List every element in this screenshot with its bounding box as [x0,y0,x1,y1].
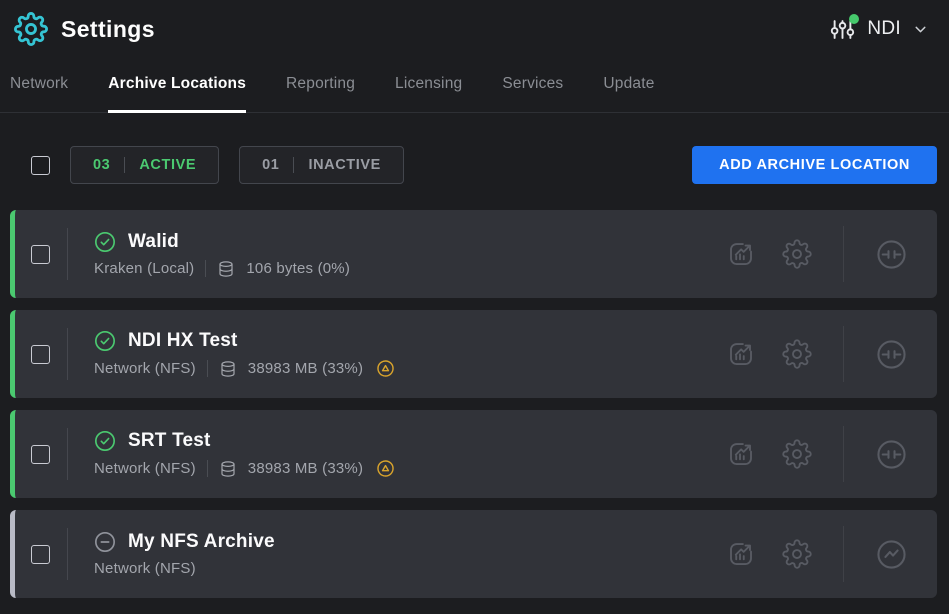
archive-toolbar: 03 ACTIVE 01 INACTIVE ADD ARCHIVE LOCATI… [10,146,937,184]
archive-info: SRT Test Network (NFS) 38983 MB (33%) [94,430,395,478]
divider [843,426,844,482]
archive-storage: 106 bytes (0%) [246,260,350,277]
active-filter-button[interactable]: 03 ACTIVE [70,146,219,184]
add-archive-location-button[interactable]: ADD ARCHIVE LOCATION [692,146,937,184]
active-status-icon [94,330,116,352]
divider [843,526,844,582]
settings-gear-icon[interactable] [782,239,812,269]
archive-info: Walid Kraken (Local) 106 bytes (0%) [94,231,350,278]
archive-name: SRT Test [128,430,211,452]
archive-location: Network (NFS) [94,360,196,377]
disconnect-icon[interactable] [875,438,908,471]
inactive-filter-label: INACTIVE [308,157,380,173]
archive-location: Network (NFS) [94,560,196,577]
inactive-filter-button[interactable]: 01 INACTIVE [239,146,404,184]
active-status-icon [94,430,116,452]
active-status-icon [94,231,116,253]
tab-reporting[interactable]: Reporting [286,58,355,112]
archive-row-walid: Walid Kraken (Local) 106 bytes (0%) [10,210,937,298]
workspace-label: NDI [867,18,901,40]
stats-chart-icon[interactable] [726,239,756,269]
divider [843,226,844,282]
stats-chart-icon[interactable] [726,339,756,369]
app-header: Settings NDI [0,0,949,58]
connect-icon[interactable] [875,538,908,571]
divider [843,326,844,382]
settings-tabbar: Network Archive Locations Reporting Lice… [0,58,949,113]
workspace-selector[interactable]: NDI [829,16,929,43]
archive-list: Walid Kraken (Local) 106 bytes (0%) [0,210,949,598]
divider [67,328,68,380]
disconnect-icon[interactable] [875,338,908,371]
divider [293,157,294,173]
database-icon [219,360,237,378]
inactive-count: 01 [262,157,279,173]
archive-location: Network (NFS) [94,460,196,477]
divider [67,428,68,480]
settings-gear-icon [14,12,48,46]
stats-chart-icon[interactable] [726,539,756,569]
select-all-checkbox[interactable] [31,156,50,175]
active-count: 03 [93,157,110,173]
brand: Settings [14,12,155,46]
inactive-status-icon [94,531,116,553]
tab-licensing[interactable]: Licensing [395,58,462,112]
settings-gear-icon[interactable] [782,339,812,369]
divider [124,157,125,173]
stats-chart-icon[interactable] [726,439,756,469]
divider [207,460,208,477]
warning-icon [376,359,395,378]
divider [205,260,206,277]
archive-row-srt-test: SRT Test Network (NFS) 38983 MB (33%) [10,410,937,498]
row-checkbox[interactable] [31,245,50,264]
archive-storage: 38983 MB (33%) [248,360,363,377]
row-actions [726,426,908,482]
row-checkbox[interactable] [31,445,50,464]
archive-location: Kraken (Local) [94,260,194,277]
status-dot [849,14,859,24]
database-icon [217,260,235,278]
warning-icon [376,459,395,478]
tab-network[interactable]: Network [10,58,68,112]
tab-archive-locations[interactable]: Archive Locations [108,58,246,112]
database-icon [219,460,237,478]
archive-row-my-nfs-archive: My NFS Archive Network (NFS) [10,510,937,598]
active-filter-label: ACTIVE [139,157,196,173]
page-title: Settings [61,16,155,43]
settings-gear-icon[interactable] [782,539,812,569]
row-actions [726,326,908,382]
divider [67,228,68,280]
archive-row-ndi-hx-test: NDI HX Test Network (NFS) 38983 MB (33%) [10,310,937,398]
archive-info: NDI HX Test Network (NFS) 38983 MB (33%) [94,330,395,378]
row-checkbox[interactable] [31,545,50,564]
divider [67,528,68,580]
divider [207,360,208,377]
chevron-down-icon [912,21,929,38]
archive-info: My NFS Archive Network (NFS) [94,531,275,577]
settings-gear-icon[interactable] [782,439,812,469]
row-actions [726,526,908,582]
row-checkbox[interactable] [31,345,50,364]
sliders-icon [829,16,856,43]
archive-name: Walid [128,231,179,253]
tab-update[interactable]: Update [603,58,654,112]
archive-storage: 38983 MB (33%) [248,460,363,477]
disconnect-icon[interactable] [875,238,908,271]
archive-name: NDI HX Test [128,330,238,352]
tab-services[interactable]: Services [502,58,563,112]
row-actions [726,226,908,282]
archive-name: My NFS Archive [128,531,275,553]
